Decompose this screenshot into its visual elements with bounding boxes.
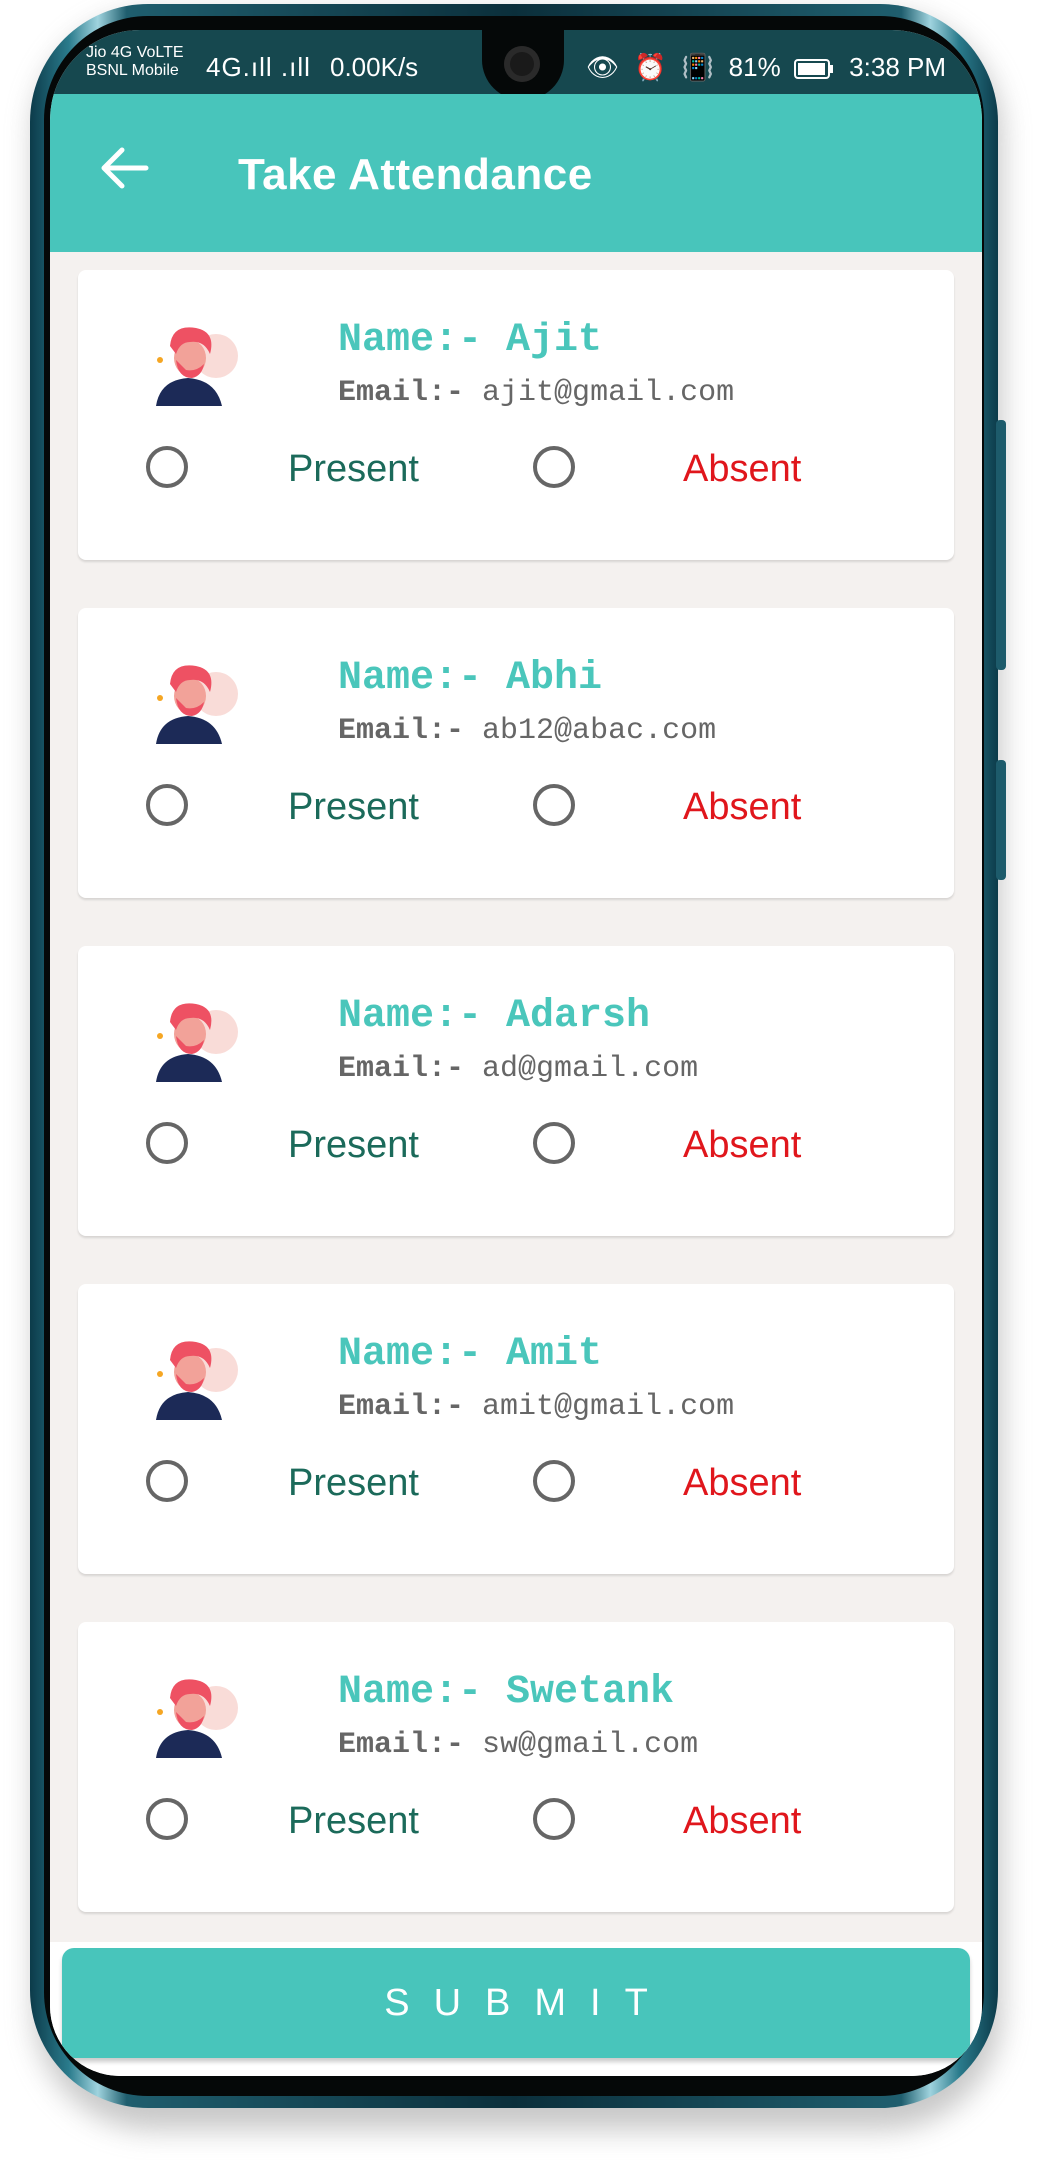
absent-radio[interactable] bbox=[533, 1122, 575, 1164]
absent-label[interactable]: Absent bbox=[683, 786, 801, 829]
student-email-row: Email:- ab12@abac.com bbox=[338, 714, 716, 748]
power-button bbox=[996, 760, 1006, 880]
absent-radio[interactable] bbox=[533, 784, 575, 826]
email-label: Email:- bbox=[338, 1390, 465, 1424]
student-email-row: Email:- amit@gmail.com bbox=[338, 1390, 734, 1424]
camera-notch bbox=[482, 30, 564, 100]
volume-button bbox=[996, 420, 1006, 670]
present-radio[interactable] bbox=[146, 1798, 188, 1840]
email-label: Email:- bbox=[338, 376, 465, 410]
student-name: Name:- Abhi bbox=[338, 656, 603, 701]
absent-radio[interactable] bbox=[533, 446, 575, 488]
page-title: Take Attendance bbox=[238, 150, 593, 199]
present-radio[interactable] bbox=[146, 1122, 188, 1164]
status-right: 81% 3:38 PM bbox=[729, 52, 946, 83]
student-card: Name:- Adarsh Email:- ad@gmail.com Prese… bbox=[78, 946, 954, 1236]
student-email: amit@gmail.com bbox=[482, 1390, 735, 1424]
email-label: Email:- bbox=[338, 1728, 465, 1762]
present-label[interactable]: Present bbox=[288, 1800, 419, 1843]
app-bar: Take Attendance bbox=[50, 94, 982, 252]
student-name: Name:- Amit bbox=[338, 1332, 603, 1377]
student-email-row: Email:- ad@gmail.com bbox=[338, 1052, 698, 1086]
avatar bbox=[156, 1003, 238, 1082]
status-icons: 👁 ⏰ 📳 bbox=[586, 52, 719, 82]
absent-label[interactable]: Absent bbox=[683, 1462, 801, 1505]
absent-label[interactable]: Absent bbox=[683, 1800, 801, 1843]
student-name: Name:- Swetank bbox=[338, 1670, 675, 1715]
absent-radio[interactable] bbox=[533, 1798, 575, 1840]
student-email: ab12@abac.com bbox=[482, 714, 717, 748]
front-camera-icon bbox=[504, 46, 540, 82]
student-email-row: Email:- sw@gmail.com bbox=[338, 1728, 698, 1762]
student-name: Name:- Ajit bbox=[338, 318, 603, 363]
student-card: Name:- Ajit Email:- ajit@gmail.com Prese… bbox=[78, 270, 954, 560]
student-card: Name:- Amit Email:- amit@gmail.com Prese… bbox=[78, 1284, 954, 1574]
email-label: Email:- bbox=[338, 1052, 465, 1086]
avatar bbox=[156, 327, 238, 406]
student-email: ad@gmail.com bbox=[482, 1052, 699, 1086]
student-card: Name:- Swetank Email:- sw@gmail.com Pres… bbox=[78, 1622, 954, 1912]
screen: Jio 4G VoLTE BSNL Mobile 4G.ıll .ıll 0.0… bbox=[50, 30, 982, 2076]
present-label[interactable]: Present bbox=[288, 786, 419, 829]
arrow-left-icon[interactable] bbox=[98, 146, 150, 190]
battery-icon bbox=[793, 59, 833, 80]
clock: 3:38 PM bbox=[849, 52, 946, 82]
absent-radio[interactable] bbox=[533, 1460, 575, 1502]
avatar bbox=[156, 1679, 238, 1758]
network-speed: 0.00K/s bbox=[330, 52, 419, 82]
absent-label[interactable]: Absent bbox=[683, 1124, 801, 1167]
student-email: sw@gmail.com bbox=[482, 1728, 699, 1762]
present-label[interactable]: Present bbox=[288, 1124, 419, 1167]
present-radio[interactable] bbox=[146, 446, 188, 488]
submit-area: SUBMIT bbox=[50, 1942, 982, 2076]
carrier-primary: Jio 4G VoLTE bbox=[86, 44, 184, 61]
present-label[interactable]: Present bbox=[288, 1462, 419, 1505]
signal-icon: 4G.ıll .ıll bbox=[206, 52, 311, 82]
present-radio[interactable] bbox=[146, 784, 188, 826]
carrier-secondary: BSNL Mobile bbox=[86, 62, 179, 79]
submit-button[interactable]: SUBMIT bbox=[62, 1948, 970, 2058]
student-email-row: Email:- ajit@gmail.com bbox=[338, 376, 734, 410]
absent-label[interactable]: Absent bbox=[683, 448, 801, 491]
student-list[interactable]: Name:- Ajit Email:- ajit@gmail.com Prese… bbox=[50, 252, 982, 1942]
student-email: ajit@gmail.com bbox=[482, 376, 735, 410]
present-radio[interactable] bbox=[146, 1460, 188, 1502]
email-label: Email:- bbox=[338, 714, 465, 748]
avatar bbox=[156, 1341, 238, 1420]
status-bar: Jio 4G VoLTE BSNL Mobile 4G.ıll .ıll 0.0… bbox=[50, 30, 982, 100]
avatar bbox=[156, 665, 238, 744]
present-label[interactable]: Present bbox=[288, 448, 419, 491]
battery-level: 81% bbox=[728, 52, 781, 82]
student-name: Name:- Adarsh bbox=[338, 994, 651, 1039]
student-card: Name:- Abhi Email:- ab12@abac.com Presen… bbox=[78, 608, 954, 898]
carrier-info: Jio 4G VoLTE BSNL Mobile bbox=[86, 44, 184, 80]
